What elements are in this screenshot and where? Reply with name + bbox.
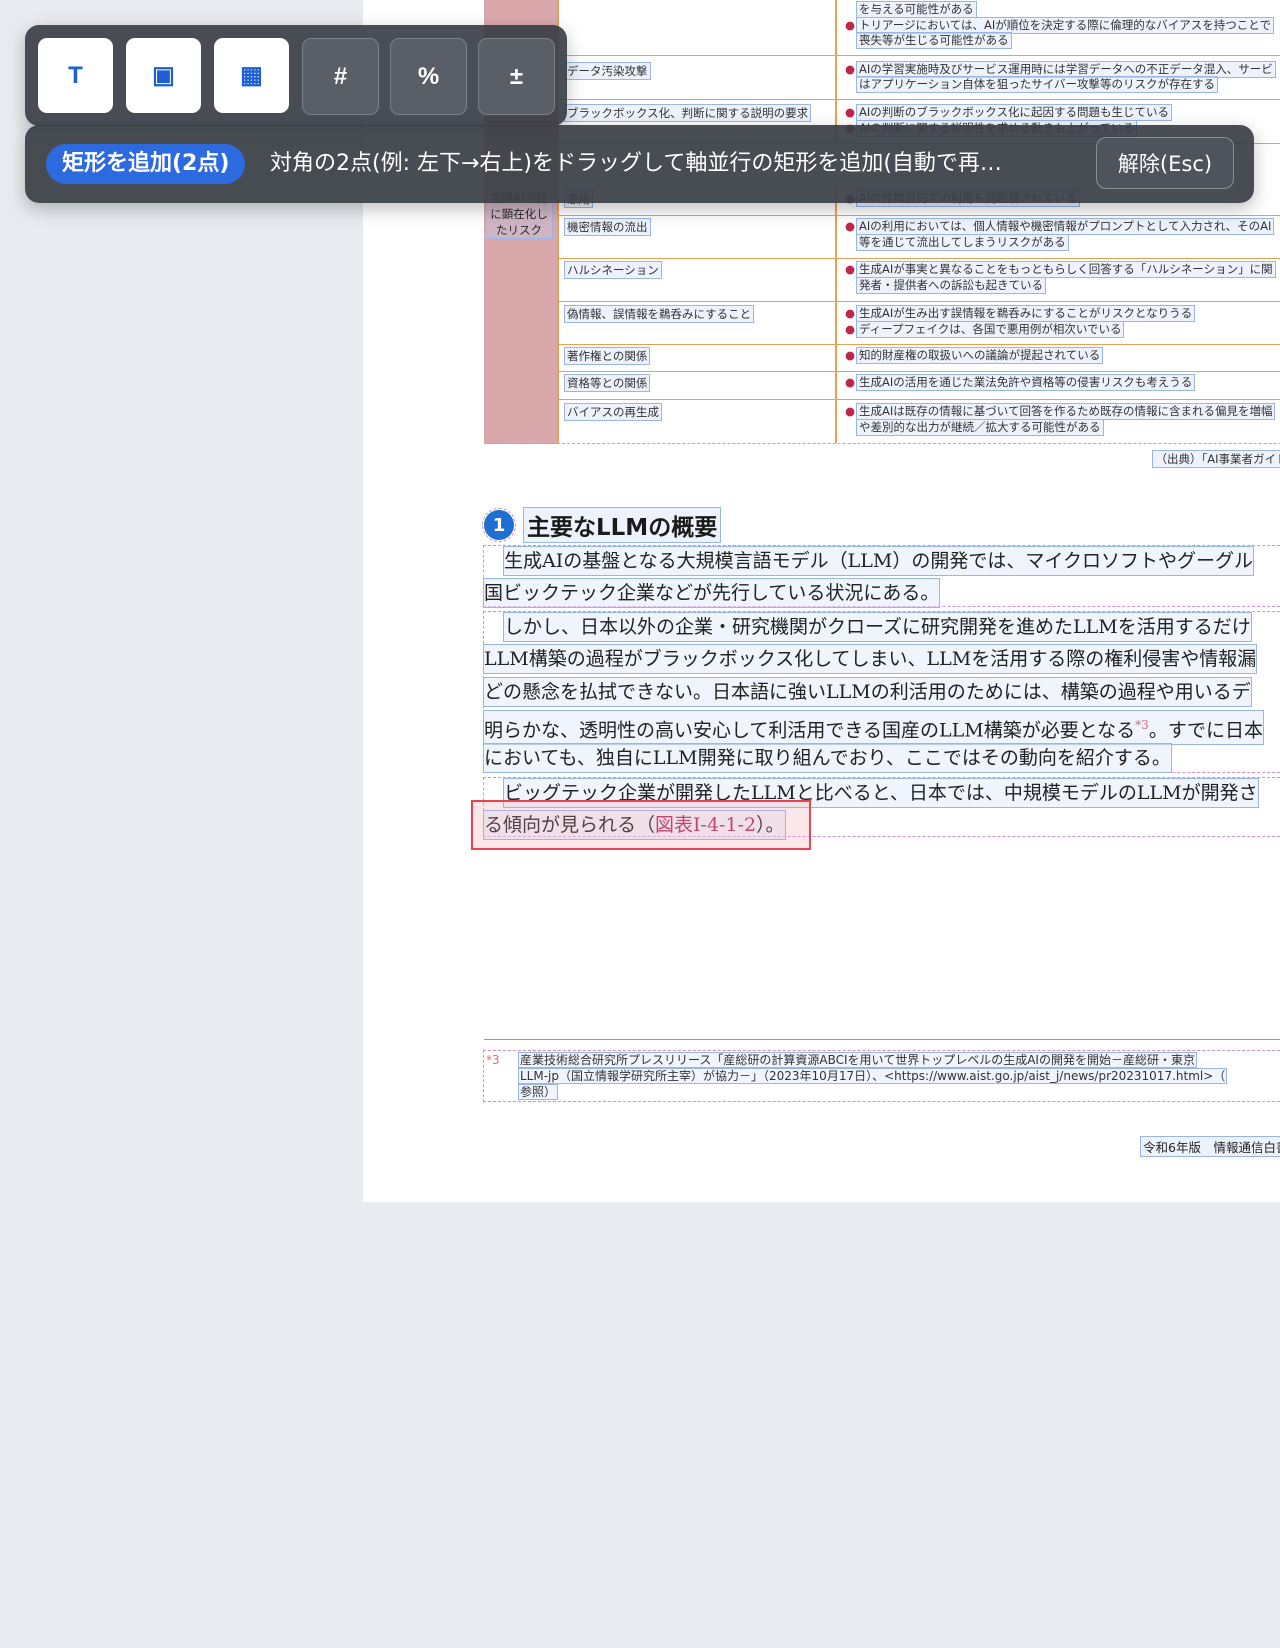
- text-tool-button[interactable]: T: [38, 38, 113, 113]
- number-tool-button[interactable]: #: [302, 38, 379, 115]
- table-row: ハルシネーション ● 生成AIが事実と異なることをもっともらしく回答する「ハルシネ…: [557, 258, 1280, 302]
- table-tool-button[interactable]: ▦: [214, 38, 289, 113]
- table-tool-icon: ▦: [240, 62, 263, 89]
- table-cell-text[interactable]: 発者・提供者への訴訟も起きている: [856, 277, 1046, 294]
- number-tool-icon: #: [333, 62, 348, 90]
- mode-hint-bar: 矩形を追加(2点) 対角の2点(例: 左下→右上)をドラッグして軸並行の矩形を追…: [25, 125, 1254, 203]
- table-row-name[interactable]: バイアスの再生成: [564, 403, 662, 421]
- paragraph: しかし、日本以外の企業・研究機関がクローズに研究開発を進めたLLMを活用するだけ…: [482, 611, 1280, 773]
- plus-minus-tool-button[interactable]: ±: [478, 38, 555, 115]
- table-cell-text[interactable]: AIの学習実施時及びサービス運用時には学習データへの不正データ混入、サービ: [856, 61, 1276, 78]
- footnote-divider: [484, 1039, 1280, 1040]
- table-cell-text[interactable]: AIの利用においては、個人情報や機密情報がプロンプトとして入力され、そのAI: [856, 218, 1275, 235]
- table-row-name[interactable]: ハルシネーション: [564, 261, 662, 279]
- table-row: 資格等との関係 ● 生成AIの活用を通じた業法免許や資格等の侵害リスクも考えうる: [557, 371, 1280, 400]
- percent-tool-icon: %: [417, 62, 440, 90]
- table-row: 著作権との関係 ● 知的財産権の取扱いへの議論が提起されている: [557, 344, 1280, 372]
- table-cell-text[interactable]: AIの判断のブラックボックス化に起因する問題も生じている: [856, 104, 1172, 121]
- plus-minus-tool-icon: ±: [509, 62, 524, 90]
- table-cell-text[interactable]: トリアージにおいては、AIが順位を決定する際に倫理的なバイアスを持つことで: [856, 17, 1274, 34]
- table-row-name[interactable]: 著作権との関係: [563, 347, 651, 365]
- footnote-reference[interactable]: *3: [1135, 718, 1149, 732]
- table-cell-text[interactable]: 等を通じて流出してしまうリスクがある: [856, 234, 1069, 251]
- rectangle-tool-icon: ▣: [152, 62, 175, 89]
- footnote-line[interactable]: LLM-jp（国立情報学研究所主宰）が協力－」（2023年10月17日）、<ht…: [517, 1068, 1228, 1084]
- text-line[interactable]: しかし、日本以外の企業・研究機関がクローズに研究開発を進めたLLMを活用するだけ: [503, 612, 1252, 642]
- text-line[interactable]: どの懸念を払拭できない。日本語に強いLLMの利活用のためには、構築の過程や用いる…: [483, 677, 1252, 707]
- rectangle-tool-button[interactable]: ▣: [126, 38, 201, 113]
- mode-badge: 矩形を追加(2点): [46, 144, 246, 184]
- section-number-badge[interactable]: 1: [482, 508, 516, 542]
- footnote-line[interactable]: 参照）: [517, 1084, 559, 1100]
- text-line[interactable]: 国ビックテック企業などが先行している状況にある。: [482, 578, 941, 608]
- cancel-mode-button[interactable]: 解除(Esc): [1096, 137, 1234, 189]
- table-row-name[interactable]: 機密情報の流出: [564, 218, 651, 236]
- table-cell-text[interactable]: 生成AIは既存の情報に基づいて回答を作るため既存の情報に含まれる偏見を増幅: [856, 403, 1276, 420]
- table-row: データ汚染攻撃 ● AIの学習実施時及びサービス運用時には学習データへの不正データ…: [557, 55, 1280, 100]
- annotation-toolbar: T ▣ ▦ # % ±: [25, 25, 567, 126]
- table-row: 機密情報の流出 ● AIの利用においては、個人情報や機密情報がプロンプトとして入力…: [557, 215, 1280, 259]
- table-cell-text[interactable]: 知的財産権の取扱いへの議論が提起されている: [856, 347, 1104, 364]
- table-row-name[interactable]: データ汚染攻撃: [564, 62, 651, 80]
- selection-rectangle[interactable]: [471, 800, 811, 850]
- table-row-name[interactable]: ブラックボックス化、判断に関する説明の要求: [563, 104, 812, 122]
- footnote: *3 産業技術総合研究所プレスリリース「産総研の計算資源ABCIを用いて世界トッ…: [483, 1050, 1280, 1102]
- table-cell-text[interactable]: 生成AIが事実と異なることをもっともらしく回答する「ハルシネーション」に関: [856, 261, 1276, 278]
- table-cell-text[interactable]: 喪失等が生じる可能性がある: [856, 32, 1012, 49]
- text-line[interactable]: においても、独自にLLM開発に取り組んでおり、ここではその動向を紹介する。: [483, 743, 1172, 773]
- table-cell-text[interactable]: ディープフェイクは、各国で悪用例が相次いでいる: [856, 321, 1125, 338]
- table-row-name[interactable]: 資格等との関係: [563, 374, 651, 392]
- text-line[interactable]: LLM構築の過程がブラックボックス化してしまい、LLMを活用する際の権利侵害や情…: [482, 644, 1258, 674]
- section-heading: 1 主要なLLMの概要: [482, 507, 722, 543]
- text-tool-icon: T: [68, 61, 83, 89]
- table-cell-text[interactable]: を与える可能性がある: [856, 1, 977, 18]
- text-line[interactable]: 生成AIの基盤となる大規模言語モデル（LLM）の開発では、マイクロソフトやグーグ…: [503, 546, 1254, 576]
- percent-tool-button[interactable]: %: [390, 38, 467, 115]
- table-cell-text[interactable]: 生成AIが生み出す誤情報を鵜呑みにすることがリスクとなりうる: [856, 305, 1196, 322]
- paragraph: 生成AIの基盤となる大規模言語モデル（LLM）の開発では、マイクロソフトやグーグ…: [482, 545, 1280, 608]
- page-footer[interactable]: 令和6年版 情報通信白書: [1139, 1136, 1280, 1157]
- table-cell-text[interactable]: や差別的な出力が継続／拡大する可能性がある: [856, 419, 1104, 436]
- table-row-name[interactable]: 偽情報、誤情報を鵜呑みにすること: [563, 305, 755, 323]
- table-row: を与える可能性がある ● トリアージにおいては、AIが順位を決定する際に倫理的なバ…: [557, 0, 1280, 56]
- table-row: バイアスの再生成 ● 生成AIは既存の情報に基づいて回答を作るため既存の情報に含ま…: [557, 399, 1280, 444]
- risk-table: 生成AIで特に顕在化したリスク を与える可能性がある ●トリアージにおいては、A…: [484, 0, 1280, 444]
- mode-instructions: 対角の2点(例: 左下→右上)をドラッグして軸並行の矩形を追加(自動で再…: [270, 151, 1002, 176]
- table-row: 偽情報、誤情報を鵜呑みにすること ● 生成AIが生み出す誤情報を鵜呑みにすることが…: [557, 301, 1280, 345]
- section-title[interactable]: 主要なLLMの概要: [522, 507, 722, 543]
- text-line[interactable]: 明らかな、透明性の高い安心して利活用できる国産のLLM構築が必要となる*3。すで…: [482, 709, 1265, 746]
- table-cell-text[interactable]: はアプリケーション自体を狙ったサイバー攻撃等のリスクが存在する: [855, 76, 1219, 93]
- table-cell-text[interactable]: 生成AIの活用を通じた業法免許や資格等の侵害リスクも考えうる: [856, 374, 1196, 391]
- footnote-line[interactable]: 産業技術総合研究所プレスリリース「産総研の計算資源ABCIを用いて世界トップレベ…: [518, 1052, 1197, 1068]
- footnote-mark: *3: [486, 1053, 500, 1067]
- table-source-note[interactable]: （出典）「AI事業者ガイドライン（第1.0版）」: [1152, 450, 1280, 468]
